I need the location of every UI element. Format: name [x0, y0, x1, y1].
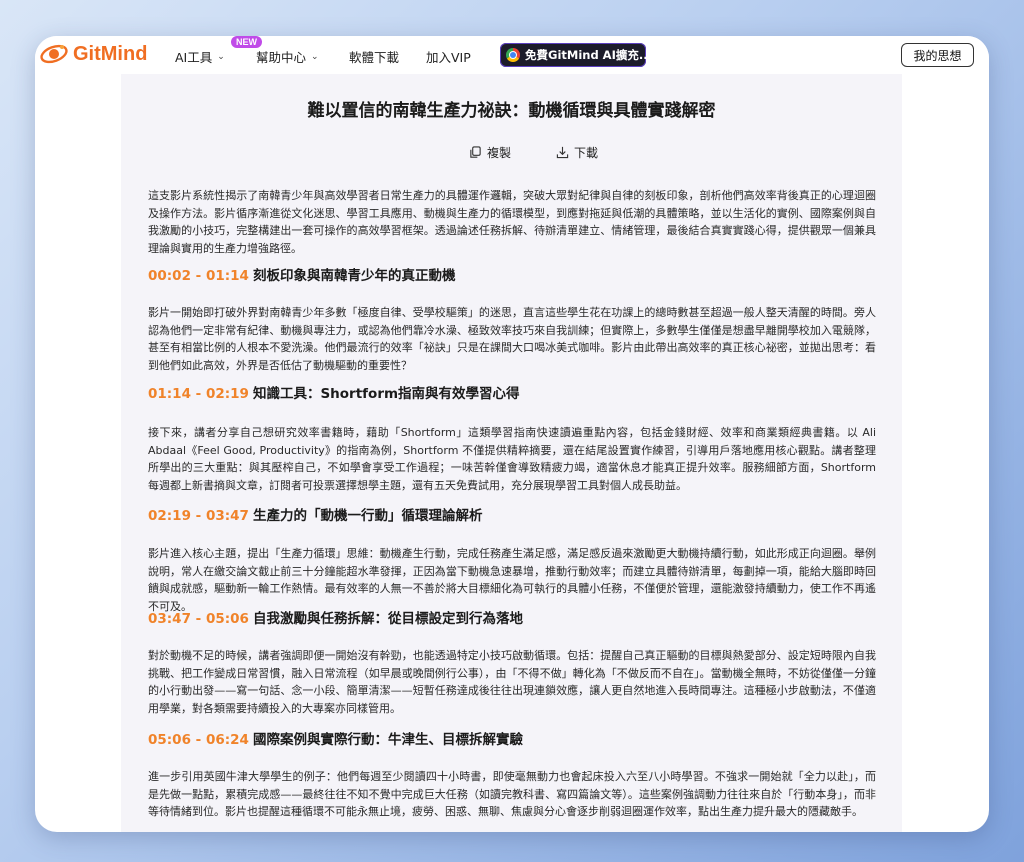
section-heading: 01:14 - 02:19 知識工具：Shortform指南與有效學習心得	[148, 382, 520, 402]
nav-ai-tools[interactable]: AI工具 ⌄	[175, 47, 225, 66]
promo-label: 免費GitMind AI擴充...	[525, 48, 646, 62]
download-icon	[556, 146, 569, 159]
chrome-extension-promo-button[interactable]: 免費GitMind AI擴充...	[500, 43, 646, 67]
top-navigation-bar: GitMind AI工具 ⌄ NEW 幫助中心 ⌄ 軟體下載 加入VIP 免費G…	[35, 36, 989, 74]
section-paragraph: 影片一開始即打破外界對南韓青少年多數「極度自律、受學校驅策」的迷思，直言這些學生…	[148, 306, 876, 372]
section-paragraph: 接下來，講者分享自己想研究效率書籍時，藉助「Shortform」這類學習指南快速…	[148, 426, 876, 492]
nav-ai-tools-label: AI工具	[175, 50, 213, 65]
section-title: 知識工具：Shortform指南與有效學習心得	[252, 386, 520, 402]
logo-text: GitMind	[73, 42, 148, 65]
nav-software-download[interactable]: 軟體下載	[349, 47, 399, 66]
nav-join-vip-label: 加入VIP	[426, 50, 471, 65]
timestamp-link[interactable]: 00:02 - 01:14	[148, 268, 249, 284]
timestamp-link[interactable]: 01:14 - 02:19	[148, 386, 249, 402]
intro-paragraph: 這支影片系統性揭示了南韓青少年與高效學習者日常生產力的具體運作邏輯，突破大眾對紀…	[148, 189, 876, 255]
section-paragraph: 影片進入核心主題，提出「生產力循環」思維：動機產生行動，完成任務產生滿足感，滿足…	[148, 547, 876, 613]
copy-icon	[470, 146, 481, 158]
logo[interactable]: GitMind	[39, 42, 147, 66]
section-title: 生產力的「動機一行動」循環理論解析	[252, 508, 483, 524]
my-ideas-button[interactable]: 我的思想	[901, 43, 974, 67]
nav-help-center[interactable]: 幫助中心 ⌄	[256, 47, 319, 66]
section-paragraph: 進一步引用英國牛津大學學生的例子：他們每週至少閱讀四十小時書，即使毫無動力也會起…	[148, 770, 876, 818]
section-heading: 02:19 - 03:47 生產力的「動機一行動」循環理論解析	[148, 504, 482, 524]
copy-button[interactable]: 複製	[469, 144, 511, 161]
timestamp-link[interactable]: 05:06 - 06:24	[148, 732, 249, 748]
nav-help-center-label: 幫助中心	[256, 50, 307, 65]
article-content: 難以置信的南韓生產力祕訣：動機循環與具體實踐解密 複製 下載 這支影片系統性揭示…	[121, 74, 902, 832]
section-heading: 05:06 - 06:24 國際案例與實際行動：牛津生、目標拆解實驗	[148, 728, 523, 748]
timestamp-link[interactable]: 03:47 - 05:06	[148, 611, 249, 627]
chevron-down-icon: ⌄	[311, 51, 319, 62]
chrome-icon	[506, 48, 520, 62]
section-title: 刻板印象與南韓青少年的真正動機	[252, 268, 456, 284]
chevron-down-icon: ⌄	[217, 51, 225, 62]
section-title: 自我激勵與任務拆解：從目標設定到行為落地	[252, 611, 523, 627]
section-title: 國際案例與實際行動：牛津生、目標拆解實驗	[252, 732, 523, 748]
download-button[interactable]: 下載	[556, 144, 598, 161]
page-title: 難以置信的南韓生產力祕訣：動機循環與具體實踐解密	[307, 101, 716, 121]
download-label: 下載	[574, 146, 599, 160]
timestamp-link[interactable]: 02:19 - 03:47	[148, 508, 249, 524]
section-heading: 00:02 - 01:14 刻板印象與南韓青少年的真正動機	[148, 264, 455, 284]
browser-window: GitMind AI工具 ⌄ NEW 幫助中心 ⌄ 軟體下載 加入VIP 免費G…	[35, 36, 989, 832]
section-paragraph: 對於動機不足的時候，講者強調即便一開始沒有幹勁，也能透過特定小技巧啟動循環。包括…	[148, 649, 876, 715]
section-heading: 03:47 - 05:06 自我激勵與任務拆解：從目標設定到行為落地	[148, 607, 523, 627]
gitmind-logo-icon	[40, 44, 68, 64]
copy-label: 複製	[487, 146, 512, 160]
nav-software-download-label: 軟體下載	[349, 50, 400, 65]
nav-join-vip[interactable]: 加入VIP	[426, 47, 471, 66]
